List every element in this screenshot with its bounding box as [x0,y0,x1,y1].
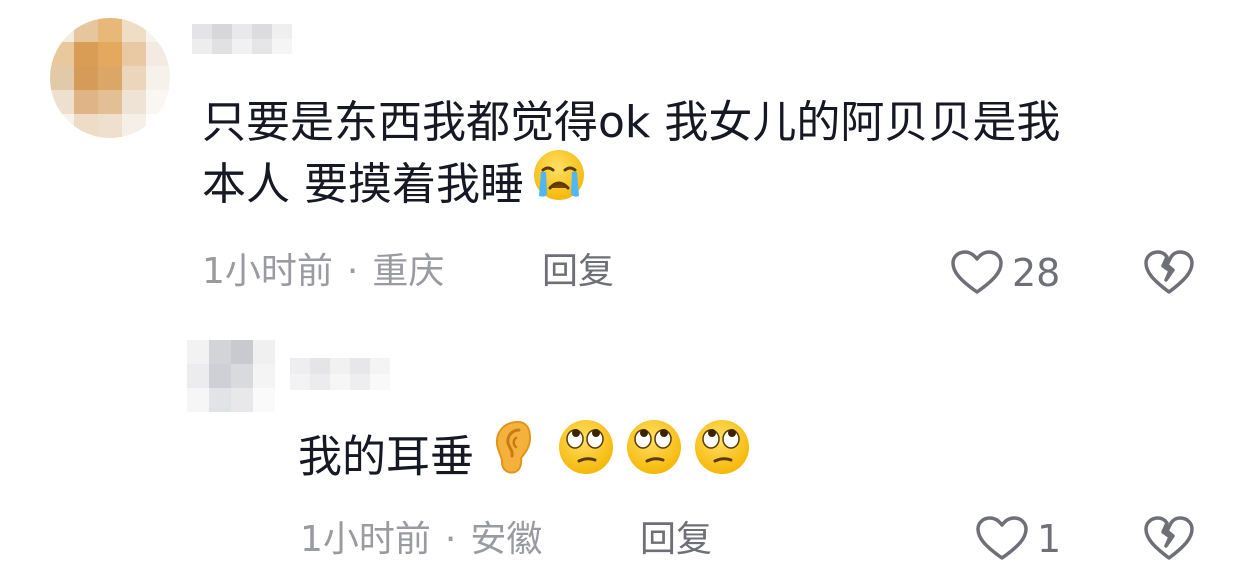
like-count: 1 [1037,517,1062,561]
comment-time: 1小时前 [300,519,431,560]
eye-roll-face-icon [554,418,618,493]
username[interactable] [290,358,390,390]
eye-roll-face-icon [690,418,754,493]
comment-meta: 1小时前 · 重庆 [202,250,444,294]
avatar[interactable] [187,340,275,412]
comment-meta: 1小时前 · 安徽 [300,518,542,562]
like-button[interactable]: 1 [975,516,1061,562]
comment-text-line-2: 本人 要摸着我睡 [202,149,592,219]
comment-location: 安徽 [470,519,543,560]
comment-location: 重庆 [372,251,445,292]
avatar[interactable] [50,18,170,138]
crying-face-icon [526,148,592,219]
meta-separator: · [444,519,457,560]
heart-icon [976,516,1028,560]
broken-heart-icon [1144,516,1194,560]
like-button[interactable]: 28 [950,250,1060,296]
heart-icon [951,250,1003,294]
dislike-button[interactable] [1143,250,1195,300]
username[interactable] [192,24,292,54]
like-count: 28 [1012,251,1061,295]
reply-button[interactable]: 回复 [640,518,712,562]
meta-separator: · [346,251,359,292]
ear-icon [488,418,538,493]
broken-heart-icon [1144,250,1194,294]
reply-button[interactable]: 回复 [542,250,614,294]
dislike-button[interactable] [1143,516,1195,566]
comment-text: 我的耳垂 [298,431,474,483]
comment-text-line-1: 只要是东西我都觉得ok 我女儿的阿贝贝是我 [202,97,1061,148]
eye-roll-face-icon [622,418,686,493]
comment-text-line: 我的耳垂 [298,420,754,493]
comment-text: 本人 要摸着我睡 [202,159,524,210]
comment-time: 1小时前 [202,251,333,292]
